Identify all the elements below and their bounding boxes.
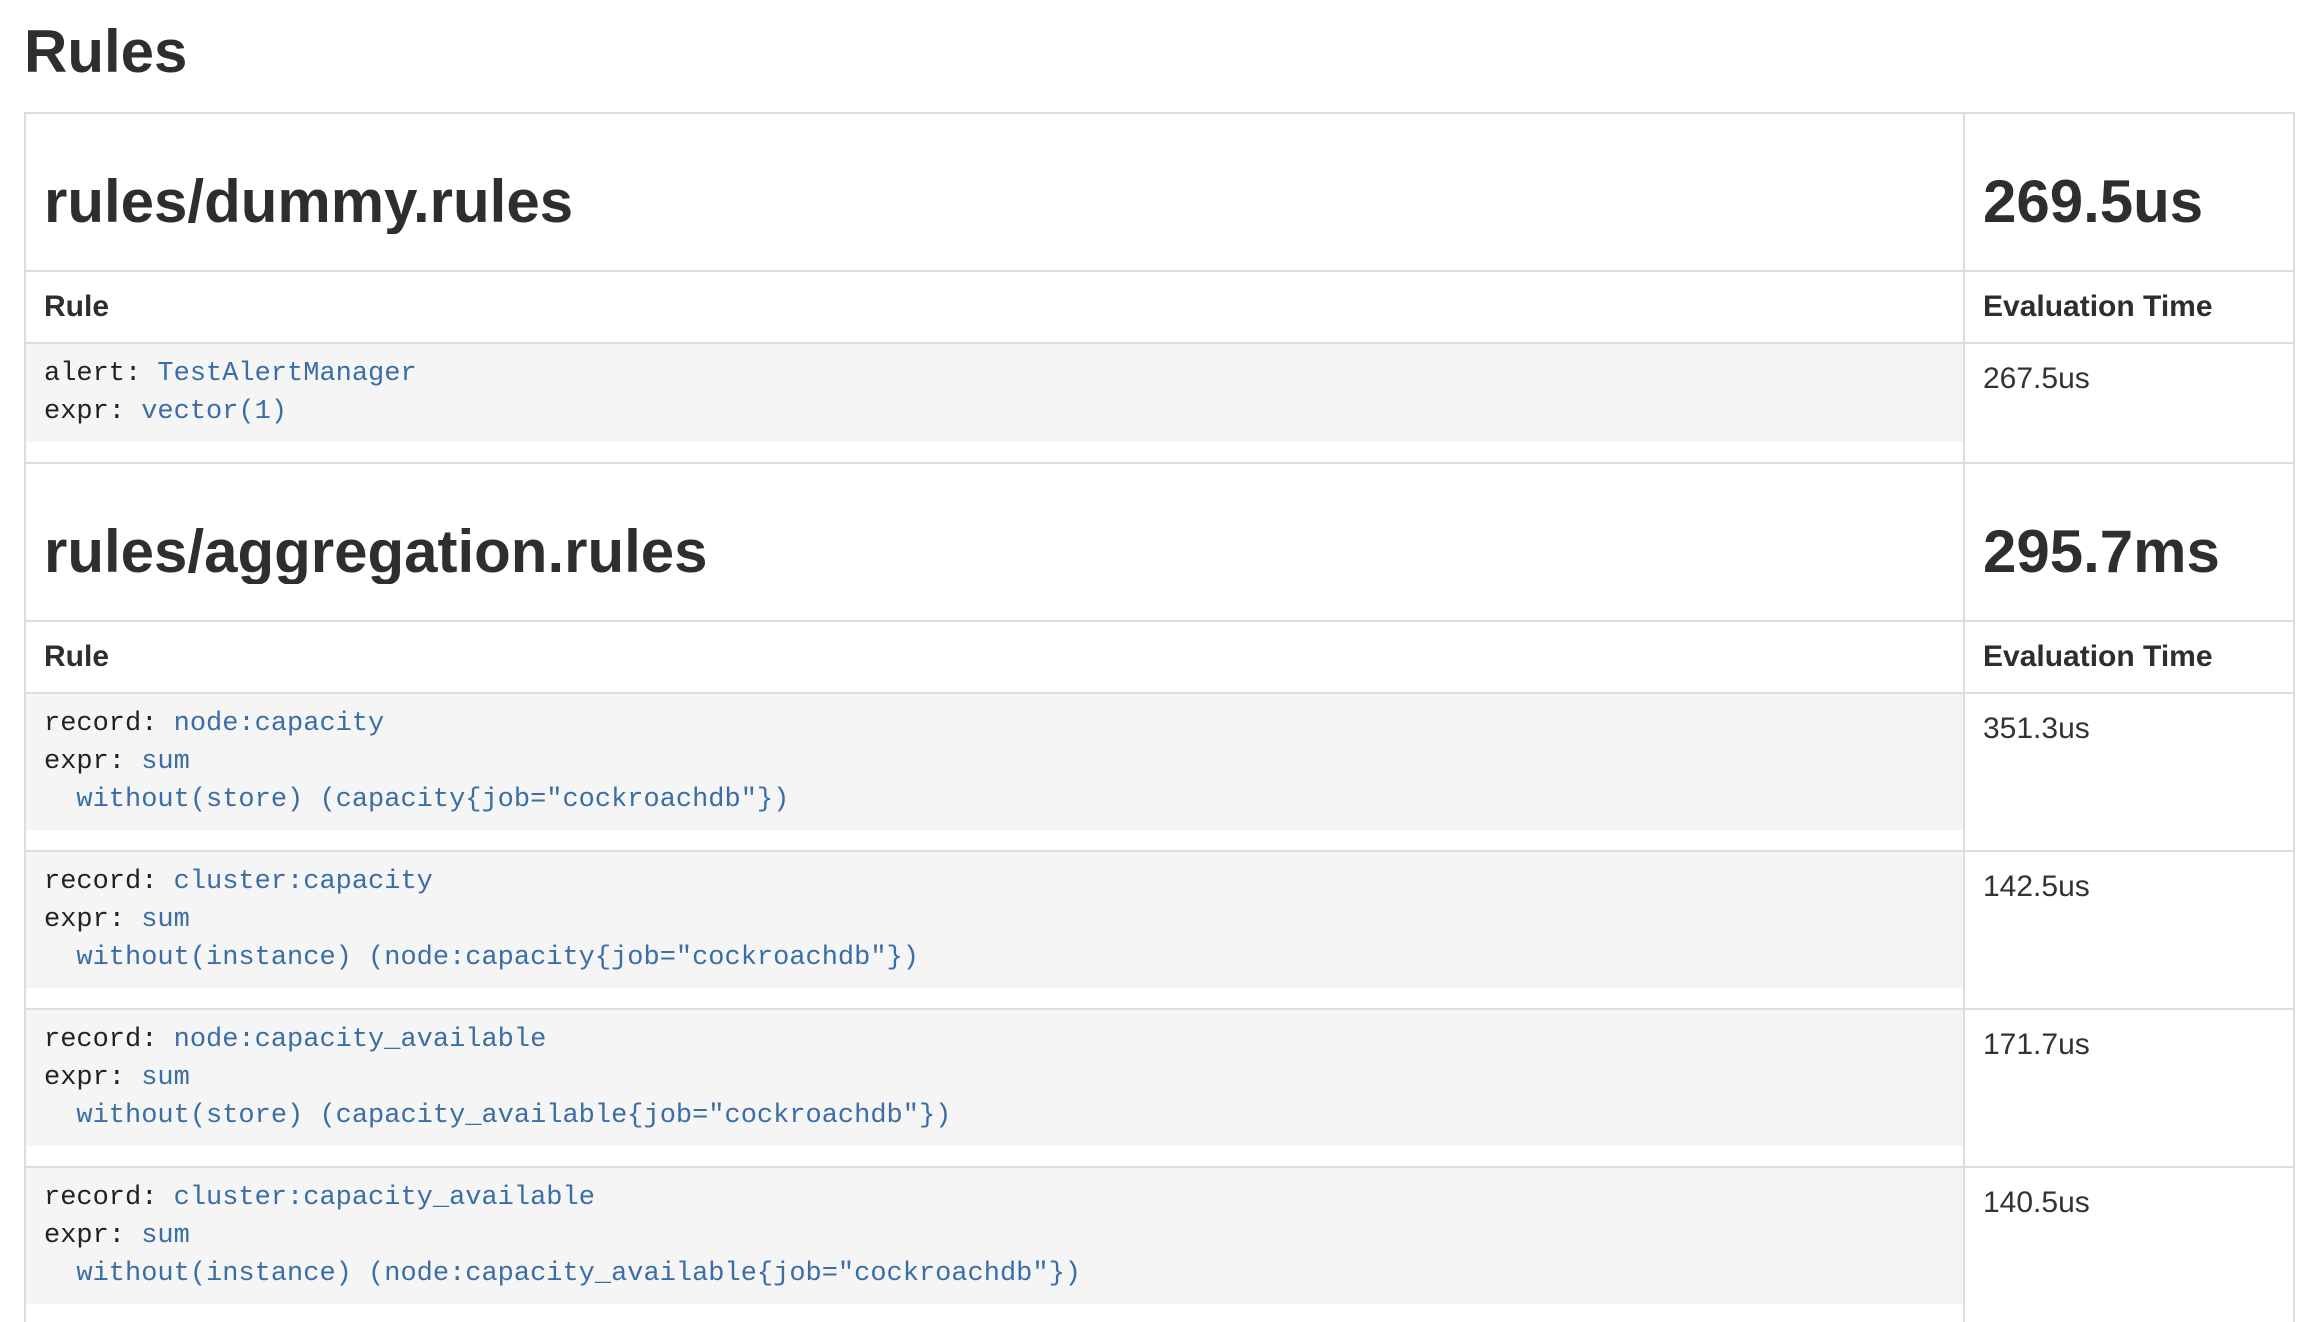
rule-expression-link[interactable]: sum: [141, 747, 190, 777]
rule-definition: record: cluster:capacity_available expr:…: [26, 1168, 1963, 1304]
rule-expression-link[interactable]: node:capacity: [174, 709, 385, 739]
rules-page: Rules rules/dummy.rules269.5usRuleEvalua…: [24, 20, 2295, 1322]
rule-expression-link[interactable]: without(instance) (node:capacity{job="co…: [44, 943, 919, 973]
rule-keyword-label: expr:: [44, 905, 125, 935]
rule-group-header-row: rules/aggregation.rules 295.7ms: [25, 463, 2294, 621]
rule-column-header: Rule: [25, 621, 1964, 693]
rule-row: alert: TestAlertManager expr: vector(1) 2…: [25, 343, 2294, 463]
rule-cell: record: node:capacity_available expr: su…: [25, 1009, 1964, 1167]
rule-cell: record: cluster:capacity expr: sum witho…: [25, 851, 1964, 1009]
rule-evaluation-time-cell: 142.5us: [1964, 851, 2294, 1009]
rule-keyword-label: expr:: [44, 747, 125, 777]
rule-group-file-cell: rules/aggregation.rules: [25, 463, 1964, 621]
rule-evaluation-time: 142.5us: [1983, 870, 2090, 903]
rule-keyword-label: record:: [44, 709, 157, 739]
rule-expression-link[interactable]: vector(1): [141, 397, 287, 427]
rule-expression-link[interactable]: without(instance) (node:capacity_availab…: [44, 1259, 1081, 1289]
evaluation-time-column-header: Evaluation Time: [1964, 271, 2294, 343]
rule-expression-link[interactable]: sum: [141, 905, 190, 935]
rule-keyword-label: record:: [44, 1025, 157, 1055]
rule-group-eval-cell: 295.7ms: [1964, 463, 2294, 621]
rule-row: record: cluster:capacity_available expr:…: [25, 1167, 2294, 1322]
rule-evaluation-time: 140.5us: [1983, 1186, 2090, 1219]
rule-expression-link[interactable]: without(store) (capacity{job="cockroachd…: [44, 785, 789, 815]
rule-definition: alert: TestAlertManager expr: vector(1): [26, 344, 1963, 442]
rule-expression-link[interactable]: cluster:capacity: [174, 867, 433, 897]
rule-evaluation-time-cell: 140.5us: [1964, 1167, 2294, 1322]
column-header-row: RuleEvaluation Time: [25, 621, 2294, 693]
rule-group-eval-cell: 269.5us: [1964, 113, 2294, 271]
rule-group-header-row: rules/dummy.rules 269.5us: [25, 113, 2294, 271]
rule-row: record: cluster:capacity expr: sum witho…: [25, 851, 2294, 1009]
rule-expression-link[interactable]: node:capacity_available: [174, 1025, 547, 1055]
rule-evaluation-time-cell: 171.7us: [1964, 1009, 2294, 1167]
evaluation-time-column-header: Evaluation Time: [1964, 621, 2294, 693]
rule-expression-link[interactable]: sum: [141, 1221, 190, 1251]
rule-keyword-label: record:: [44, 867, 157, 897]
rule-keyword-label: expr:: [44, 397, 125, 427]
rule-keyword-label: alert:: [44, 359, 141, 389]
rule-evaluation-time-cell: 351.3us: [1964, 693, 2294, 851]
column-header-row: RuleEvaluation Time: [25, 271, 2294, 343]
rule-group-file: rules/aggregation.rules: [44, 520, 1945, 584]
rule-column-header: Rule: [25, 271, 1964, 343]
rule-definition: record: node:capacity_available expr: su…: [26, 1010, 1963, 1146]
rule-expression-link[interactable]: without(store) (capacity_available{job="…: [44, 1101, 951, 1131]
rule-keyword-label: expr:: [44, 1221, 125, 1251]
rule-group-evaluation-time: 295.7ms: [1983, 520, 2275, 584]
rule-cell: alert: TestAlertManager expr: vector(1): [25, 343, 1964, 463]
rule-expression-link[interactable]: sum: [141, 1063, 190, 1093]
rule-evaluation-time-cell: 267.5us: [1964, 343, 2294, 463]
rule-keyword-label: record:: [44, 1183, 157, 1213]
rule-cell: record: node:capacity expr: sum without(…: [25, 693, 1964, 851]
rule-definition: record: node:capacity expr: sum without(…: [26, 694, 1963, 830]
rule-expression-link[interactable]: TestAlertManager: [157, 359, 416, 389]
rules-table: rules/dummy.rules269.5usRuleEvaluation T…: [24, 112, 2295, 1322]
rule-row: record: node:capacity_available expr: su…: [25, 1009, 2294, 1167]
rules-table-body: rules/dummy.rules269.5usRuleEvaluation T…: [25, 113, 2294, 1322]
rule-group-evaluation-time: 269.5us: [1983, 170, 2275, 234]
rule-group-file: rules/dummy.rules: [44, 170, 1945, 234]
page-title: Rules: [24, 20, 2295, 84]
rule-keyword-label: expr:: [44, 1063, 125, 1093]
rule-cell: record: cluster:capacity_available expr:…: [25, 1167, 1964, 1322]
rule-evaluation-time: 351.3us: [1983, 712, 2090, 745]
rule-group-file-cell: rules/dummy.rules: [25, 113, 1964, 271]
rule-evaluation-time: 267.5us: [1983, 362, 2090, 395]
rule-expression-link[interactable]: cluster:capacity_available: [174, 1183, 595, 1213]
rule-definition: record: cluster:capacity expr: sum witho…: [26, 852, 1963, 988]
rule-row: record: node:capacity expr: sum without(…: [25, 693, 2294, 851]
rule-evaluation-time: 171.7us: [1983, 1028, 2090, 1061]
